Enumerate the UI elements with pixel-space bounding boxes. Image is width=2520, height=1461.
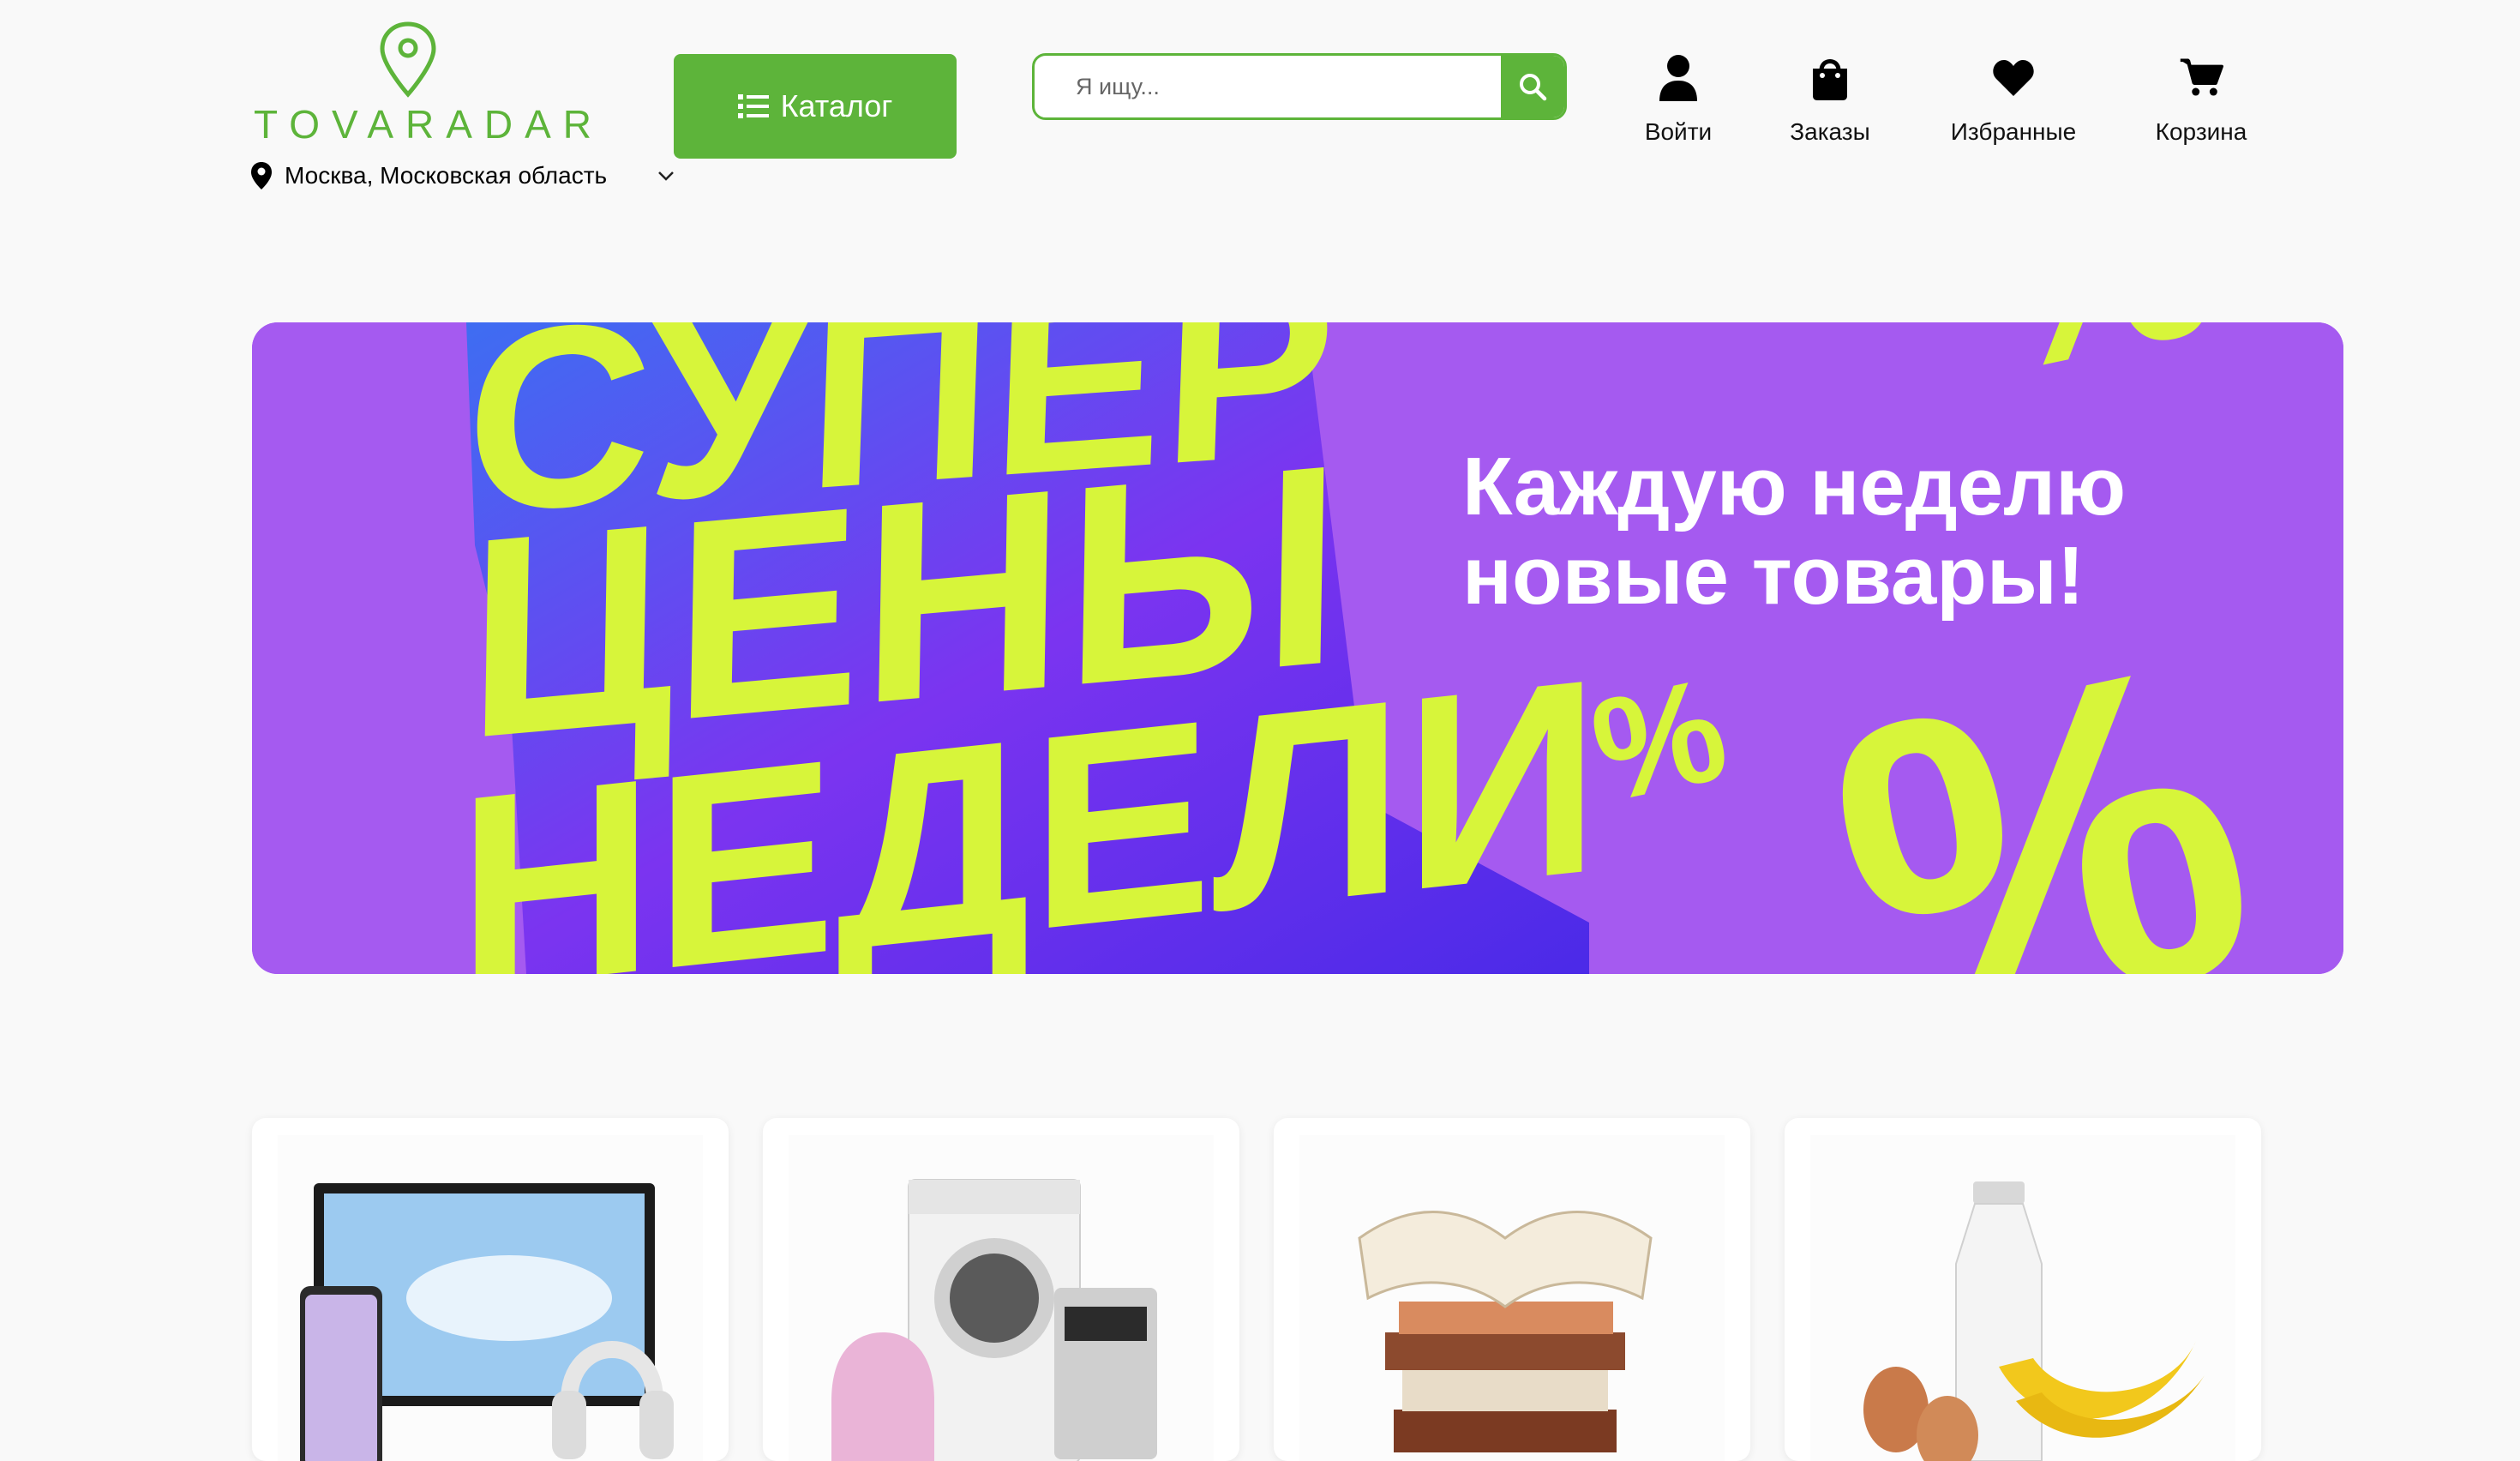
search-icon [1520, 74, 1547, 101]
logo-pin-icon [380, 21, 436, 98]
logo[interactable]: TOVARADAR [254, 21, 604, 149]
appliances-image [789, 1135, 1214, 1461]
nav-cart-label: Корзина [2155, 118, 2247, 145]
map-pin-icon [251, 162, 272, 189]
nav-orders-label: Заказы [1790, 118, 1870, 145]
nav-login[interactable]: Войти [1635, 53, 1721, 156]
catalog-button[interactable]: Каталог [674, 54, 957, 159]
logo-text: TOVARADAR [254, 102, 604, 147]
user-icon [1659, 55, 1697, 101]
books-image [1299, 1135, 1725, 1461]
category-card-books[interactable] [1274, 1118, 1750, 1461]
search-button[interactable] [1501, 56, 1564, 117]
catalog-label: Каталог [780, 88, 893, 123]
banner-tagline-line1: Каждую неделю [1462, 441, 2127, 532]
electronics-image [278, 1135, 703, 1461]
category-card-appliances[interactable] [763, 1118, 1239, 1461]
nav-login-label: Войти [1644, 118, 1713, 145]
location-selector[interactable]: Москва, Московская область [250, 158, 675, 194]
banner-tagline-line2: новые товары! [1462, 530, 2085, 622]
search-bar [1032, 53, 1567, 120]
nav-favorites[interactable]: Избранные [1942, 53, 2085, 156]
nav-favorites-label: Избранные [1950, 118, 2077, 145]
list-icon [737, 94, 769, 118]
category-card-electronics[interactable] [252, 1118, 729, 1461]
category-card-grocery[interactable] [1785, 1118, 2261, 1461]
grocery-image [1810, 1135, 2235, 1461]
chevron-down-icon [658, 171, 674, 181]
promo-banner[interactable]: СУПЕР ЦЕНЫ НЕДЕЛИ % % % Каждую неделю но… [252, 322, 2343, 974]
location-text: Москва, Московская область [285, 162, 608, 189]
nav-orders[interactable]: Заказы [1783, 53, 1877, 156]
heart-icon [1993, 60, 2034, 96]
cart-icon [2180, 58, 2223, 96]
banner-tagline: Каждую неделю новые товары! [1462, 442, 2234, 621]
banner-graphic: СУПЕР ЦЕНЫ НЕДЕЛИ % % % [252, 322, 2343, 974]
search-input[interactable] [1035, 56, 1501, 117]
nav-cart[interactable]: Корзина [2150, 53, 2253, 156]
shopping-bag-icon [1813, 59, 1847, 100]
